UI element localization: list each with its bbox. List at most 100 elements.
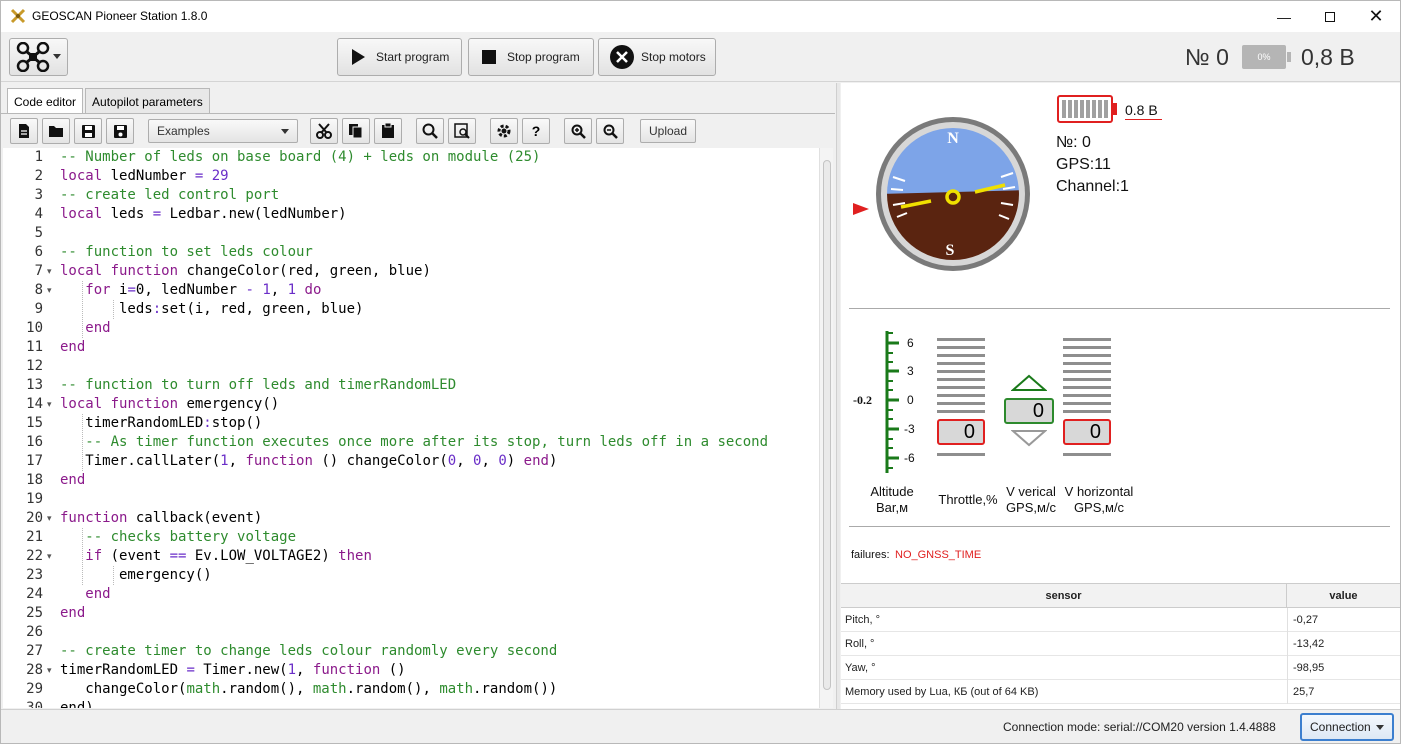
code-token: -- function to set leds colour — [60, 244, 313, 260]
editor-toolbar: Examples ? Upload — [10, 118, 697, 144]
attitude-indicator: N S — [853, 117, 1030, 271]
new-file-button[interactable] — [10, 118, 38, 144]
tab-autopilot-parameters[interactable]: Autopilot parameters — [85, 88, 210, 113]
cut-button[interactable] — [310, 118, 338, 144]
open-file-button[interactable] — [42, 118, 70, 144]
code-line: -- As timer function executes once more … — [60, 433, 768, 452]
scrollbar-thumb[interactable] — [823, 160, 831, 690]
main-toolbar: Start program Stop program Stop motors №… — [1, 32, 1400, 82]
fold-toggle-icon[interactable]: ▾ — [47, 395, 52, 414]
connection-button[interactable]: Connection — [1300, 713, 1394, 741]
zoom-out-button[interactable] — [596, 118, 624, 144]
code-token: then — [338, 548, 372, 564]
examples-select[interactable]: Examples — [148, 119, 298, 143]
value-column-header[interactable]: value — [1287, 584, 1400, 608]
save-as-icon — [113, 124, 127, 138]
altitude-label-line2: Bar,м — [875, 500, 909, 515]
code-line: local function emergency() — [60, 395, 279, 414]
table-row[interactable]: Yaw, ° -98,95 — [841, 656, 1400, 680]
code-token: = — [186, 662, 195, 678]
save-as-button[interactable] — [106, 118, 134, 144]
code-line: end — [60, 319, 111, 338]
tab-code-editor[interactable]: Code editor — [7, 88, 84, 114]
line-number: 3 — [34, 187, 43, 203]
vertical-speed-value: 0 — [1004, 398, 1054, 424]
new-file-icon — [19, 124, 29, 138]
fold-toggle-icon[interactable]: ▾ — [47, 547, 52, 566]
close-icon: ✕ — [1368, 6, 1384, 26]
code-line: local leds = Ledbar.new(ledNumber) — [60, 205, 347, 224]
code-token: emergency() — [60, 567, 212, 583]
fold-toggle-icon[interactable]: ▾ — [47, 509, 52, 528]
minimize-button[interactable]: — — [1261, 1, 1307, 32]
code-line: -- function to turn off leds and timerRa… — [60, 376, 456, 395]
code-token: leds — [102, 206, 153, 222]
find-replace-button[interactable] — [448, 118, 476, 144]
paste-button[interactable] — [374, 118, 402, 144]
code-token: end — [85, 320, 111, 336]
horizontal-speed-label-line1: V horizontal — [1064, 484, 1134, 499]
battery-gauge — [1057, 95, 1113, 123]
fold-toggle-icon[interactable]: ▾ — [47, 661, 52, 680]
code-line: local function changeColor(red, green, b… — [60, 262, 431, 281]
settings-button[interactable] — [490, 118, 518, 144]
stop-motors-label: Stop motors — [641, 50, 706, 64]
code-token: 0 — [447, 453, 457, 469]
upload-button[interactable]: Upload — [640, 119, 697, 143]
throttle-value: 0 — [937, 419, 985, 445]
code-token: ) — [548, 453, 558, 469]
copy-button[interactable] — [342, 118, 370, 144]
maximize-button[interactable] — [1307, 1, 1353, 32]
line-number: 30 — [26, 700, 43, 708]
fold-toggle-icon[interactable]: ▾ — [47, 281, 52, 300]
code-token: 1 — [287, 282, 297, 298]
scissors-icon — [316, 123, 332, 139]
drone-menu-button[interactable] — [9, 38, 68, 76]
code-token: -- checks battery voltage — [85, 529, 297, 545]
code-token: , — [296, 662, 313, 678]
close-button[interactable]: ✕ — [1353, 1, 1399, 32]
code-token: changeColor(red, green, blue) — [178, 263, 431, 279]
code-token: local — [60, 263, 103, 279]
table-row[interactable]: Pitch, ° -0,27 — [841, 608, 1400, 632]
drone-id: №: 0 — [1056, 134, 1091, 151]
code-line: timerRandomLED = Timer.new(1, function (… — [60, 661, 406, 680]
save-button[interactable] — [74, 118, 102, 144]
line-number: 1 — [34, 149, 43, 165]
start-program-button[interactable]: Start program — [337, 38, 462, 76]
line-number: 5 — [34, 225, 43, 241]
code-token: Timer.callLater( — [60, 453, 221, 469]
code-editor[interactable]: 1 2 3 4 5 6 7 ▾ 8 ▾ 9 10 11 12 13 14 ▾ 15 16 17 18 19 20 ▾ 21 22 ▾… — [3, 148, 819, 708]
find-button[interactable] — [416, 118, 444, 144]
split-divider[interactable] — [836, 83, 840, 709]
table-row[interactable]: Roll, ° -13,42 — [841, 632, 1400, 656]
code-token: : — [203, 415, 212, 431]
sensor-column-header[interactable]: sensor — [841, 584, 1287, 608]
line-number: 23 — [26, 567, 43, 583]
help-button[interactable]: ? — [522, 118, 550, 144]
sensor-name: Yaw, ° — [845, 662, 876, 674]
help-icon: ? — [531, 123, 541, 139]
fold-toggle-icon[interactable]: ▾ — [47, 262, 52, 281]
line-number: 17 — [26, 453, 43, 469]
sensor-name: Memory used by Lua, КБ (out of 64 KB) — [845, 686, 1039, 698]
stop-program-button[interactable]: Stop program — [468, 38, 594, 76]
horizontal-speed-value: 0 — [1063, 419, 1111, 445]
editor-vertical-scrollbar[interactable] — [819, 148, 833, 708]
zoom-in-button[interactable] — [564, 118, 592, 144]
table-row[interactable]: Memory used by Lua, КБ (out of 64 KB) 25,… — [841, 680, 1400, 704]
code-token: set(i, red, green, blue) — [161, 301, 364, 317]
code-token: function — [110, 396, 179, 412]
window-title: GEOSCAN Pioneer Station 1.8.0 — [32, 9, 208, 23]
code-token: == — [169, 548, 187, 564]
failures-label: failures: — [851, 549, 890, 561]
copy-icon — [349, 124, 363, 139]
stop-motors-button[interactable]: Stop motors — [598, 38, 716, 76]
code-token: do — [304, 282, 322, 298]
sensor-name: Pitch, ° — [845, 614, 880, 626]
